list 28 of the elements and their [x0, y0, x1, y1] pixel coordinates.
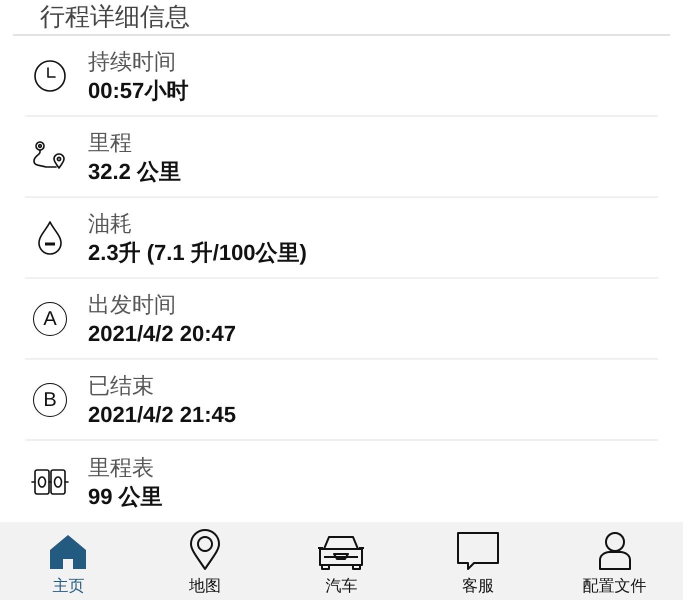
nav-tab[interactable]: 主页 [0, 522, 137, 600]
detail-value: 00:57小时 [88, 76, 188, 104]
detail-value: 32.2 公里 [88, 158, 181, 186]
detail-value: 2021/4/2 21:45 [88, 400, 236, 428]
nav-tab[interactable]: 客服 [410, 522, 546, 600]
clock-icon [33, 58, 67, 92]
nav-tab[interactable]: 汽车 [273, 522, 410, 600]
letter-badge-icon: B [33, 382, 67, 416]
detail-value: 99 公里 [88, 482, 163, 510]
map-pin-icon [188, 529, 221, 571]
nav-tab[interactable]: 配置文件 [546, 522, 683, 600]
nav-tab[interactable]: 地图 [136, 522, 274, 600]
detail-label: 持续时间 [88, 48, 177, 76]
drop-icon [36, 220, 64, 256]
chat-icon [456, 531, 500, 571]
detail-label: 已结束 [88, 372, 155, 400]
detail-value: 2.3升 (7.1 升/100公里) [88, 238, 307, 266]
letter-badge-icon: A [33, 302, 67, 336]
detail-label: 里程 [88, 128, 133, 156]
car-icon [316, 533, 366, 571]
odometer-icon [31, 466, 69, 496]
detail-value: 2021/4/2 20:47 [88, 320, 236, 348]
detail-label: 油耗 [88, 210, 133, 238]
person-icon [596, 531, 633, 571]
home-icon [49, 533, 88, 571]
detail-label: 出发时间 [88, 290, 177, 318]
detail-label: 里程表 [88, 454, 155, 482]
section-title: 行程详细信息 [40, 2, 191, 33]
